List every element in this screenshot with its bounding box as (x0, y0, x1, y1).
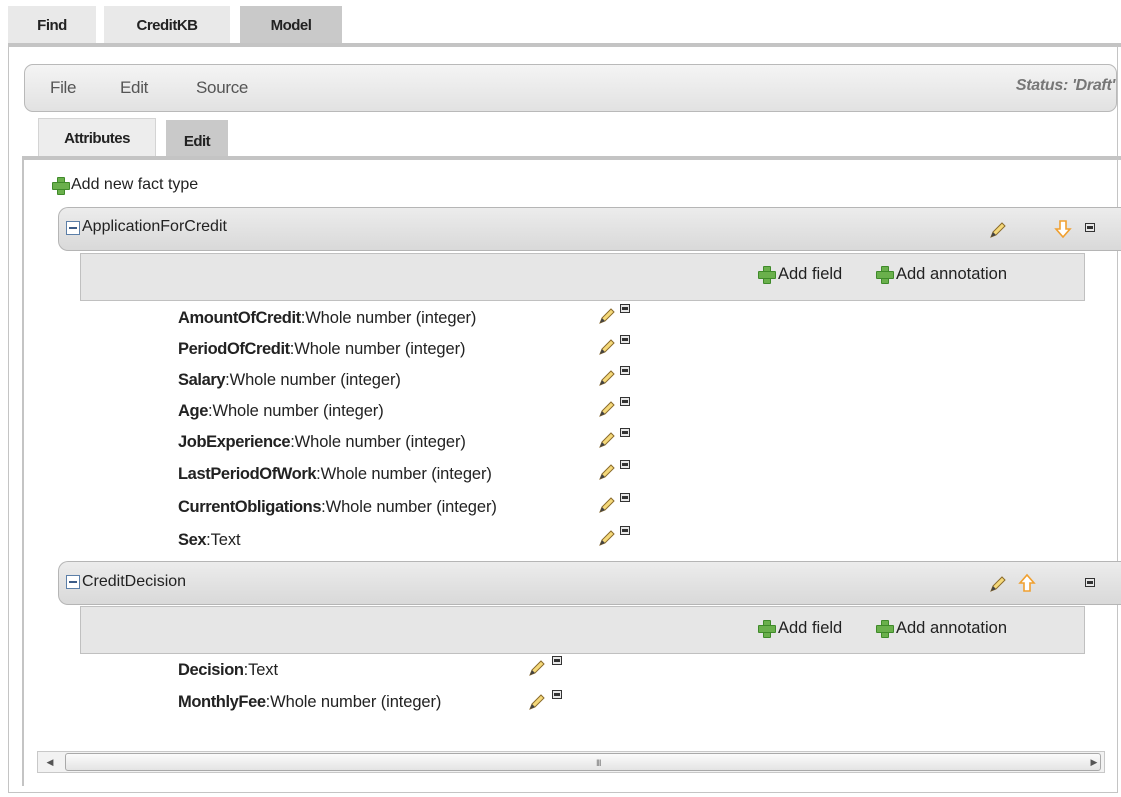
collapse-icon[interactable] (66, 221, 80, 235)
plus-icon (758, 266, 776, 284)
field-type: Text (210, 531, 241, 549)
field-name: Decision (178, 661, 244, 679)
field-row: MonthlyFee:Whole number (integer) (178, 693, 442, 711)
collapse-icon[interactable] (66, 575, 80, 589)
minus-icon[interactable] (620, 397, 630, 406)
menu-bar (24, 64, 1117, 112)
tab-attributes[interactable]: Attributes (38, 118, 156, 158)
field-row: Age:Whole number (integer) (178, 402, 384, 420)
field-row: PeriodOfCredit:Whole number (integer) (178, 340, 466, 358)
pencil-icon[interactable] (597, 368, 617, 388)
tab-edit[interactable]: Edit (166, 120, 228, 158)
minus-icon[interactable] (620, 526, 630, 535)
fact-name: ApplicationForCredit (82, 218, 227, 235)
minus-icon[interactable] (620, 304, 630, 313)
field-row: CurrentObligations:Whole number (integer… (178, 498, 497, 516)
pencil-icon[interactable] (597, 528, 617, 548)
minus-icon[interactable] (552, 690, 562, 699)
pencil-icon[interactable] (597, 462, 617, 482)
field-name: PeriodOfCredit (178, 340, 290, 358)
pencil-icon[interactable] (988, 220, 1008, 240)
fact-name: CreditDecision (82, 573, 187, 590)
add-annotation-link[interactable]: Add annotation (896, 265, 1007, 284)
minus-icon[interactable] (552, 656, 562, 665)
plus-icon (876, 620, 894, 638)
field-type: Whole number (integer) (270, 693, 442, 711)
menu-file[interactable]: File (50, 78, 77, 98)
field-name: MonthlyFee (178, 693, 266, 711)
add-new-fact-type-link[interactable]: Add new fact type (71, 176, 198, 194)
menu-edit[interactable]: Edit (120, 78, 148, 98)
tab-find[interactable]: Find (8, 6, 96, 44)
pencil-icon[interactable] (597, 399, 617, 419)
menu-source[interactable]: Source (196, 78, 248, 98)
add-field-link[interactable]: Add field (778, 265, 842, 284)
field-name: Age (178, 402, 208, 420)
plus-icon (52, 177, 70, 195)
field-type: Whole number (integer) (212, 402, 384, 420)
arrow-down-icon[interactable] (1052, 218, 1074, 240)
minus-icon[interactable] (620, 366, 630, 375)
pencil-icon[interactable] (597, 430, 617, 450)
fact-header-creditdecision (58, 561, 1121, 605)
field-row: AmountOfCredit:Whole number (integer) (178, 309, 477, 327)
scroll-right-button[interactable]: ▶ (1084, 752, 1104, 772)
field-type: Text (248, 661, 278, 679)
scroll-thumb[interactable]: III (65, 753, 1101, 771)
field-type: Whole number (integer) (325, 498, 497, 516)
minus-icon[interactable] (620, 493, 630, 502)
field-type: Whole number (integer) (294, 340, 466, 358)
field-type: Whole number (integer) (305, 309, 477, 327)
pencil-icon[interactable] (597, 337, 617, 357)
pencil-icon[interactable] (597, 495, 617, 515)
horizontal-scrollbar[interactable]: ◀ III ▶ (37, 751, 1105, 773)
field-name: Sex (178, 531, 207, 549)
arrow-up-icon[interactable] (1016, 572, 1038, 594)
field-row: Decision:Text (178, 661, 278, 679)
minus-icon[interactable] (1085, 223, 1095, 232)
field-row: Sex:Text (178, 531, 241, 549)
minus-icon[interactable] (620, 428, 630, 437)
minus-icon[interactable] (620, 335, 630, 344)
pencil-icon[interactable] (527, 692, 547, 712)
field-name: LastPeriodOfWork (178, 465, 317, 483)
pencil-icon[interactable] (527, 658, 547, 678)
field-name: CurrentObligations (178, 498, 322, 516)
tab-model[interactable]: Model (240, 6, 342, 44)
minus-icon[interactable] (620, 460, 630, 469)
scroll-left-button[interactable]: ◀ (40, 752, 60, 772)
tab-creditkb[interactable]: CreditKB (104, 6, 230, 44)
plus-icon (758, 620, 776, 638)
add-annotation-link[interactable]: Add annotation (896, 619, 1007, 638)
field-row: LastPeriodOfWork:Whole number (integer) (178, 465, 492, 483)
field-name: JobExperience (178, 433, 291, 451)
scroll-grip: III (596, 758, 601, 768)
field-name: AmountOfCredit (178, 309, 301, 327)
plus-icon (876, 266, 894, 284)
pencil-icon[interactable] (988, 574, 1008, 594)
minus-icon[interactable] (1085, 578, 1095, 587)
field-type: Whole number (integer) (320, 465, 492, 483)
field-row: Salary:Whole number (integer) (178, 371, 401, 389)
field-type: Whole number (integer) (294, 433, 466, 451)
pencil-icon[interactable] (597, 306, 617, 326)
status-label: Status: 'Draft' (1015, 77, 1115, 94)
field-name: Salary (178, 371, 226, 389)
field-type: Whole number (integer) (229, 371, 401, 389)
field-row: JobExperience:Whole number (integer) (178, 433, 466, 451)
add-field-link[interactable]: Add field (778, 619, 842, 638)
